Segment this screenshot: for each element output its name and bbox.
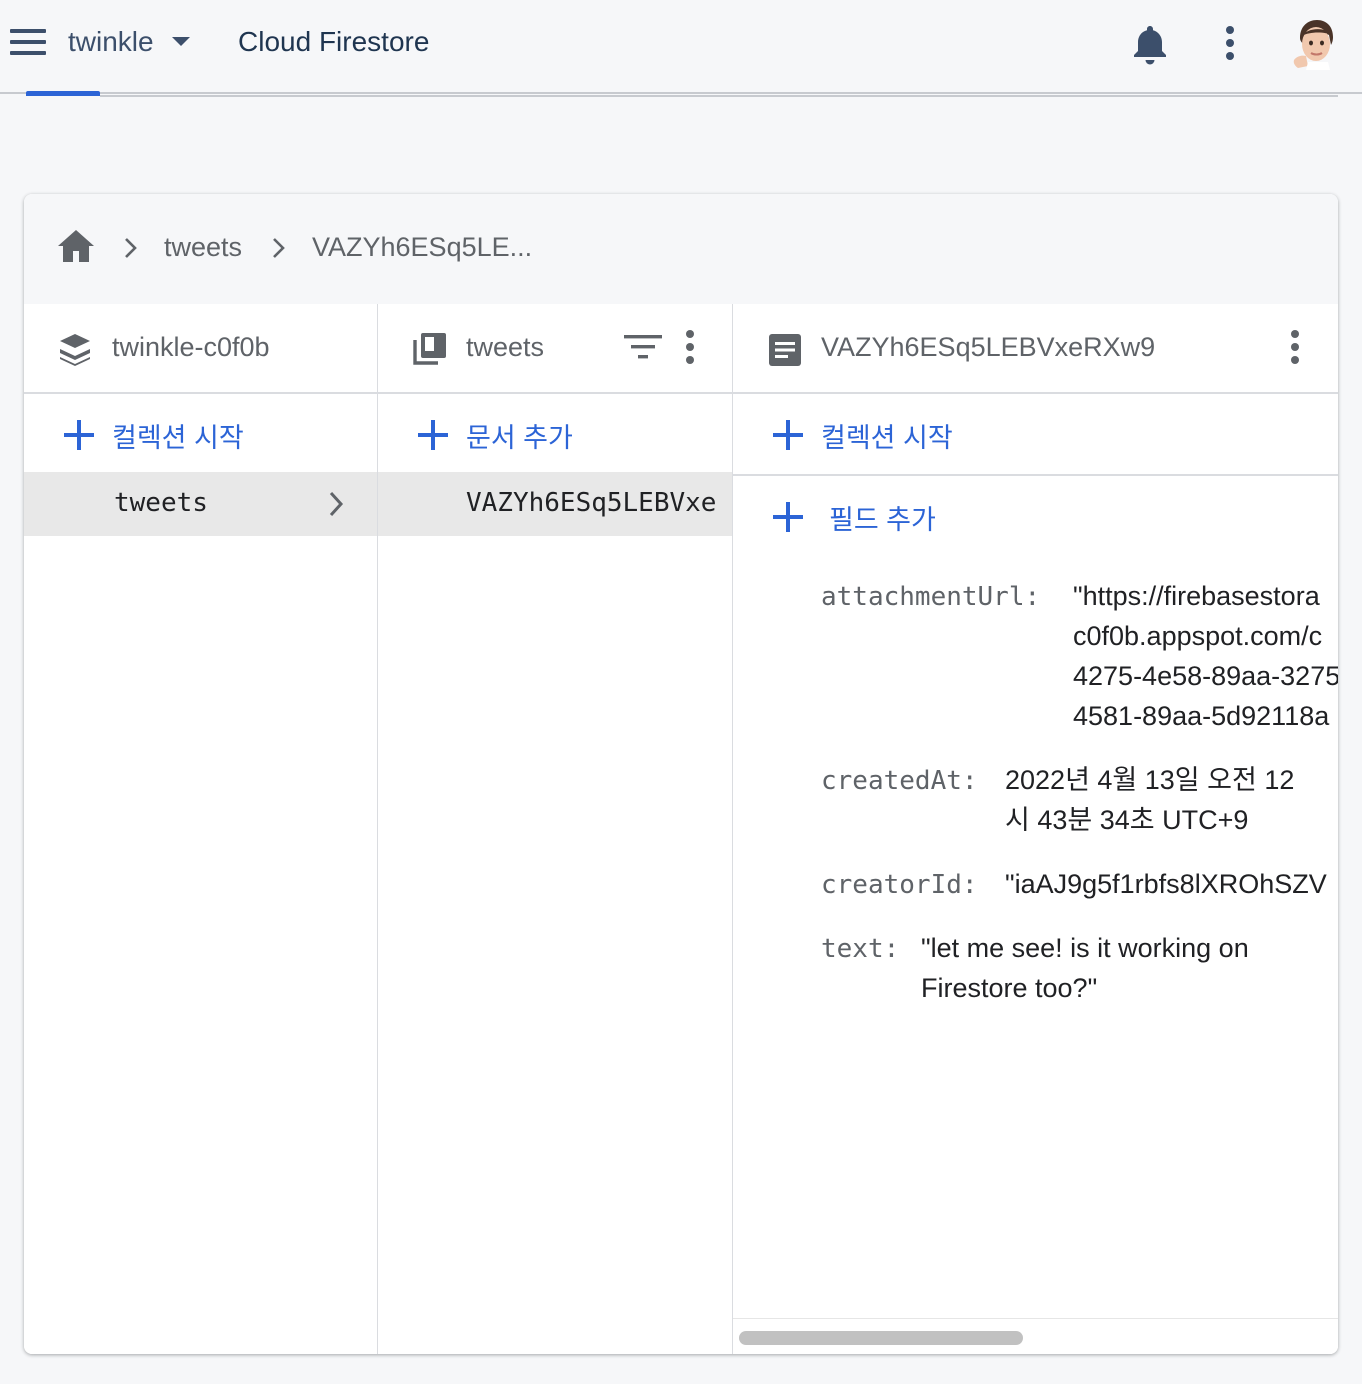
breadcrumb-item-collection[interactable]: tweets xyxy=(164,232,242,263)
project-name: twinkle xyxy=(68,26,154,57)
start-collection-label: 컬렉션 시작 xyxy=(112,423,244,453)
user-avatar[interactable] xyxy=(1290,16,1342,70)
collection-column: tweets 문서 추가 VAZYh6ESq5LEBVxe xyxy=(378,304,734,1354)
horizontal-scrollbar[interactable] xyxy=(733,1318,1338,1354)
document-column: VAZYh6ESq5LEBVxeRXw9 컬렉션 시작 필드 추가 attach… xyxy=(733,304,1338,1354)
hamburger-menu-icon[interactable] xyxy=(10,29,48,59)
document-id: VAZYh6ESq5LEBVxe xyxy=(466,488,717,518)
collection-more-options-icon[interactable] xyxy=(682,330,698,366)
active-tab-indicator xyxy=(26,91,100,96)
more-options-icon[interactable] xyxy=(1218,26,1242,62)
home-icon[interactable] xyxy=(56,228,96,264)
plus-icon xyxy=(773,420,803,450)
start-subcollection-button[interactable]: 컬렉션 시작 xyxy=(733,394,1338,474)
document-list-item[interactable]: VAZYh6ESq5LEBVxe xyxy=(378,472,732,536)
add-field-label: 필드 추가 xyxy=(829,505,936,535)
add-document-label: 문서 추가 xyxy=(466,423,573,453)
chevron-right-icon xyxy=(329,491,344,517)
field-value: "iaAJ9g5f1rbfs8lXROhSZV xyxy=(1005,869,1327,899)
document-icon xyxy=(769,334,801,366)
field-key: text: xyxy=(821,934,900,964)
field-key: attachmentUrl: xyxy=(821,582,1041,612)
start-collection-button[interactable]: 컬렉션 시작 xyxy=(24,394,377,474)
database-layers-icon xyxy=(60,334,90,366)
filter-icon[interactable] xyxy=(624,334,662,360)
root-column-header: twinkle-c0f0b xyxy=(24,304,377,394)
product-title: Cloud Firestore xyxy=(238,26,430,57)
plus-icon xyxy=(773,502,803,532)
tab-bar-divider xyxy=(100,95,1338,97)
field-key: createdAt: xyxy=(821,766,978,796)
plus-icon xyxy=(418,420,448,450)
data-viewer-panel: tweets VAZYh6ESq5LE... twinkle-c0f0b 컬렉션… xyxy=(24,194,1338,1354)
root-column: twinkle-c0f0b 컬렉션 시작 tweets xyxy=(24,304,379,1354)
breadcrumb: tweets VAZYh6ESq5LE... xyxy=(24,194,1338,306)
field-key: creatorId: xyxy=(821,870,978,900)
project-selector[interactable]: twinkle xyxy=(68,26,190,58)
breadcrumb-item-document[interactable]: VAZYh6ESq5LE... xyxy=(312,232,532,263)
add-document-button[interactable]: 문서 추가 xyxy=(378,394,732,474)
collection-title: tweets xyxy=(466,332,545,362)
database-name: twinkle-c0f0b xyxy=(112,332,270,362)
notifications-bell-icon[interactable] xyxy=(1130,22,1170,66)
document-more-options-icon[interactable] xyxy=(1287,330,1303,366)
document-body: 컬렉션 시작 필드 추가 attachmentUrl: "https://fir… xyxy=(733,394,1338,1354)
field-value: "let me see! is it working on Firestore … xyxy=(921,933,1249,1003)
document-title: VAZYh6ESq5LEBVxeRXw9 xyxy=(821,332,1156,362)
add-field-button[interactable]: 필드 추가 xyxy=(733,476,1338,556)
scrollbar-thumb[interactable] xyxy=(739,1331,1023,1345)
chevron-right-icon xyxy=(273,238,285,258)
plus-icon xyxy=(64,420,94,450)
collection-list-item[interactable]: tweets xyxy=(24,472,377,536)
field-value: 2022년 4월 13일 오전 12 시 43분 34초 UTC+9 xyxy=(1005,765,1295,835)
document-column-header: VAZYh6ESq5LEBVxeRXw9 xyxy=(733,304,1338,394)
start-subcollection-label: 컬렉션 시작 xyxy=(821,423,953,453)
collection-name: tweets xyxy=(114,488,208,518)
collection-column-header: tweets xyxy=(378,304,732,394)
top-app-bar: twinkle Cloud Firestore xyxy=(0,0,1362,94)
caret-down-icon xyxy=(171,37,190,47)
field-value: "https://firebasestora c0f0b.appspot.com… xyxy=(1073,581,1338,731)
collection-icon xyxy=(413,333,446,365)
chevron-right-icon xyxy=(125,238,137,258)
